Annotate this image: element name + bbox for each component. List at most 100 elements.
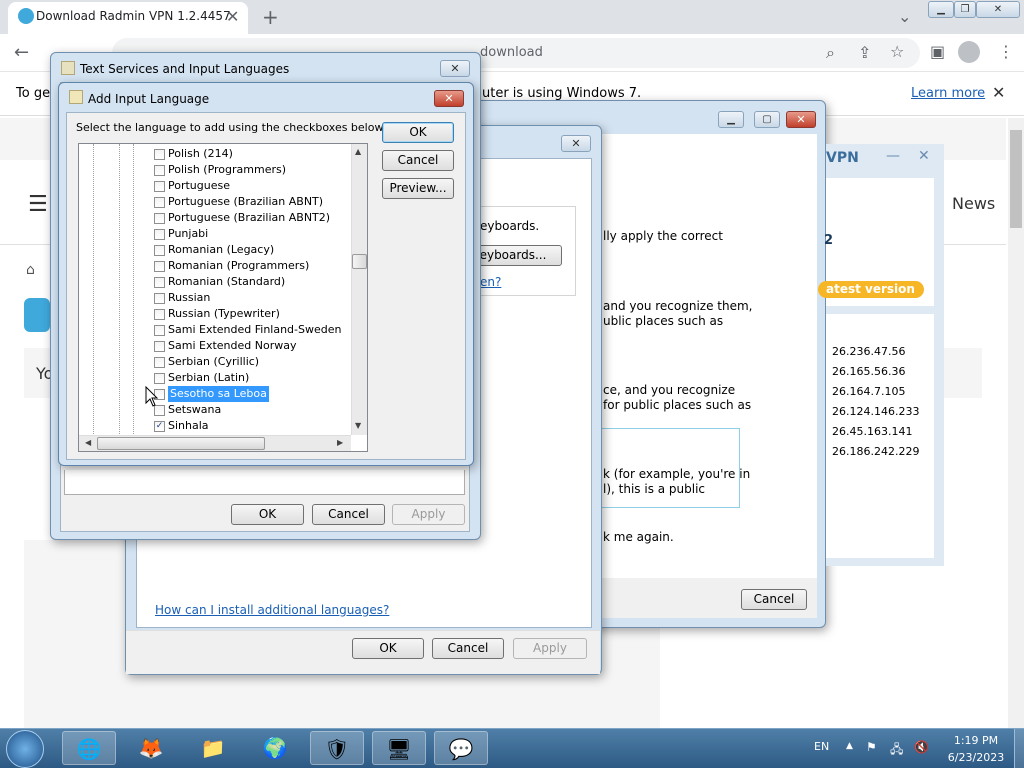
- action-center-flag-icon[interactable]: ⚑: [866, 740, 877, 754]
- peer-ip[interactable]: 26.165.56.36: [832, 365, 905, 378]
- home-icon[interactable]: ⌂: [26, 262, 35, 278]
- language-checkbox[interactable]: ✓: [154, 420, 165, 432]
- taskbar-radmin-icon[interactable]: 🛡: [310, 731, 364, 765]
- language-checkbox[interactable]: [154, 356, 165, 368]
- language-checkbox[interactable]: [154, 308, 165, 320]
- page-scrollbar-thumb[interactable]: [1010, 130, 1022, 228]
- taskbar-network-icon[interactable]: 🌍: [248, 731, 302, 765]
- profile-avatar[interactable]: [958, 41, 980, 63]
- back-icon[interactable]: ←: [14, 44, 29, 62]
- news-nav-link[interactable]: News: [952, 194, 995, 213]
- show-desktop-button[interactable]: [1014, 729, 1024, 768]
- language-item[interactable]: Serbian (Cyrillic): [154, 354, 259, 370]
- language-checkbox[interactable]: [154, 324, 165, 336]
- text-services-close-icon[interactable]: ✕: [440, 60, 470, 77]
- scroll-down-icon[interactable]: ▼: [355, 421, 361, 430]
- net-close-icon[interactable]: ✕: [786, 111, 816, 128]
- language-item[interactable]: Romanian (Legacy): [154, 242, 274, 258]
- regional-ok-button[interactable]: OK: [352, 638, 424, 659]
- side-panel-icon[interactable]: ▣: [930, 44, 945, 60]
- add-language-ok-button[interactable]: OK: [382, 122, 454, 143]
- peer-ip[interactable]: 26.186.242.229: [832, 445, 919, 458]
- language-item[interactable]: Sami Extended Norway: [154, 338, 296, 354]
- language-checkbox[interactable]: [154, 164, 165, 176]
- taskbar-explorer-icon[interactable]: 📁: [186, 731, 240, 765]
- scroll-up-icon[interactable]: ▲: [355, 147, 361, 156]
- network-tray-icon[interactable]: 🖧: [890, 740, 903, 761]
- language-item[interactable]: Sesotho sa Leboa: [154, 386, 269, 402]
- language-checkbox[interactable]: [154, 292, 165, 304]
- language-item[interactable]: Russian (Typewriter): [154, 306, 280, 322]
- latest-version-badge[interactable]: atest version: [818, 281, 924, 298]
- peer-ip[interactable]: 26.236.47.56: [832, 345, 905, 358]
- taskbar-control-panel-icon[interactable]: 🖥: [372, 731, 426, 765]
- peer-ip[interactable]: 26.124.146.233: [832, 405, 919, 418]
- language-item[interactable]: Polish (Programmers): [154, 162, 286, 178]
- peer-ip[interactable]: 26.164.7.105: [832, 385, 905, 398]
- add-language-close-icon[interactable]: ✕: [434, 90, 464, 107]
- tab-search-chevron-icon[interactable]: ⌄: [898, 9, 911, 25]
- radmin-minimize-icon[interactable]: —: [886, 148, 900, 164]
- tree-v-scroll-thumb[interactable]: [352, 254, 367, 269]
- language-item[interactable]: Setswana: [154, 402, 221, 418]
- tree-v-scrollbar[interactable]: [351, 144, 367, 435]
- language-item[interactable]: Polish (214): [154, 146, 233, 162]
- taskbar-firefox-icon[interactable]: 🦊: [124, 731, 178, 765]
- tab-close-icon[interactable]: ✕: [226, 9, 239, 25]
- text-services-ok-button[interactable]: OK: [231, 504, 304, 525]
- close-infobar-icon[interactable]: ✕: [992, 85, 1005, 101]
- restore-icon[interactable]: ❐: [954, 1, 976, 18]
- zoom-search-icon[interactable]: ⌕: [826, 45, 835, 61]
- language-checkbox[interactable]: [154, 340, 165, 352]
- language-checkbox[interactable]: [154, 212, 165, 224]
- new-tab-icon[interactable]: +: [262, 7, 279, 27]
- clock-date[interactable]: 6/23/2023: [946, 751, 1006, 764]
- language-checkbox[interactable]: [154, 228, 165, 240]
- add-language-cancel-button[interactable]: Cancel: [382, 150, 454, 171]
- net-cancel-button[interactable]: Cancel: [741, 589, 807, 610]
- net-minimize-icon[interactable]: ▁: [718, 111, 744, 128]
- language-checkbox[interactable]: [154, 260, 165, 272]
- preview-button[interactable]: Preview...: [382, 178, 454, 199]
- radmin-close-icon[interactable]: ✕: [918, 148, 930, 164]
- install-languages-link[interactable]: How can I install additional languages?: [155, 603, 389, 617]
- language-checkbox[interactable]: [154, 148, 165, 160]
- language-indicator[interactable]: EN: [814, 740, 829, 753]
- language-checkbox[interactable]: [154, 372, 165, 384]
- net-maximize-icon[interactable]: ▢: [754, 111, 780, 128]
- regional-apply-button[interactable]: Apply: [513, 638, 587, 659]
- language-checkbox[interactable]: [154, 196, 165, 208]
- regional-close-icon[interactable]: ✕: [561, 135, 591, 152]
- language-item[interactable]: Portuguese: [154, 178, 230, 194]
- language-item[interactable]: Punjabi: [154, 226, 208, 242]
- language-item[interactable]: Russian: [154, 290, 210, 306]
- language-item[interactable]: Romanian (Standard): [154, 274, 285, 290]
- language-checkbox[interactable]: [154, 276, 165, 288]
- language-tree[interactable]: Polish (214) Polish (Programmers) Portugue…: [78, 143, 368, 452]
- hamburger-menu-icon[interactable]: ☰: [28, 192, 48, 217]
- taskbar-language-icon[interactable]: 💬: [434, 731, 488, 765]
- start-button[interactable]: [6, 730, 44, 768]
- text-services-cancel-button[interactable]: Cancel: [312, 504, 385, 525]
- language-item[interactable]: Romanian (Programmers): [154, 258, 309, 274]
- clock-time[interactable]: 1:19 PM: [946, 734, 1006, 747]
- volume-muted-icon[interactable]: 🔇: [914, 740, 929, 754]
- language-item[interactable]: ✓ Sinhala: [154, 418, 209, 434]
- regional-cancel-button[interactable]: Cancel: [432, 638, 504, 659]
- text-services-apply-button[interactable]: Apply: [392, 504, 465, 525]
- scroll-right-icon[interactable]: ▶: [337, 438, 343, 447]
- language-checkbox[interactable]: [154, 244, 165, 256]
- keyboard-help-link[interactable]: en?: [480, 275, 501, 289]
- language-item[interactable]: Portuguese (Brazilian ABNT): [154, 194, 323, 210]
- peer-ip[interactable]: 26.45.163.141: [832, 425, 912, 438]
- taskbar-chrome-icon[interactable]: 🌐: [62, 731, 116, 765]
- scroll-left-icon[interactable]: ◀: [85, 438, 91, 447]
- minimize-icon[interactable]: ▁: [928, 1, 954, 18]
- language-item[interactable]: Portuguese (Brazilian ABNT2): [154, 210, 330, 226]
- close-window-icon[interactable]: ✕: [976, 1, 1020, 18]
- bookmark-star-icon[interactable]: ☆: [890, 44, 904, 60]
- learn-more-link[interactable]: Learn more: [911, 86, 985, 101]
- language-item[interactable]: Sami Extended Finland-Sweden: [154, 322, 341, 338]
- show-hidden-icons-icon[interactable]: ▲: [846, 741, 853, 751]
- language-checkbox[interactable]: [154, 180, 165, 192]
